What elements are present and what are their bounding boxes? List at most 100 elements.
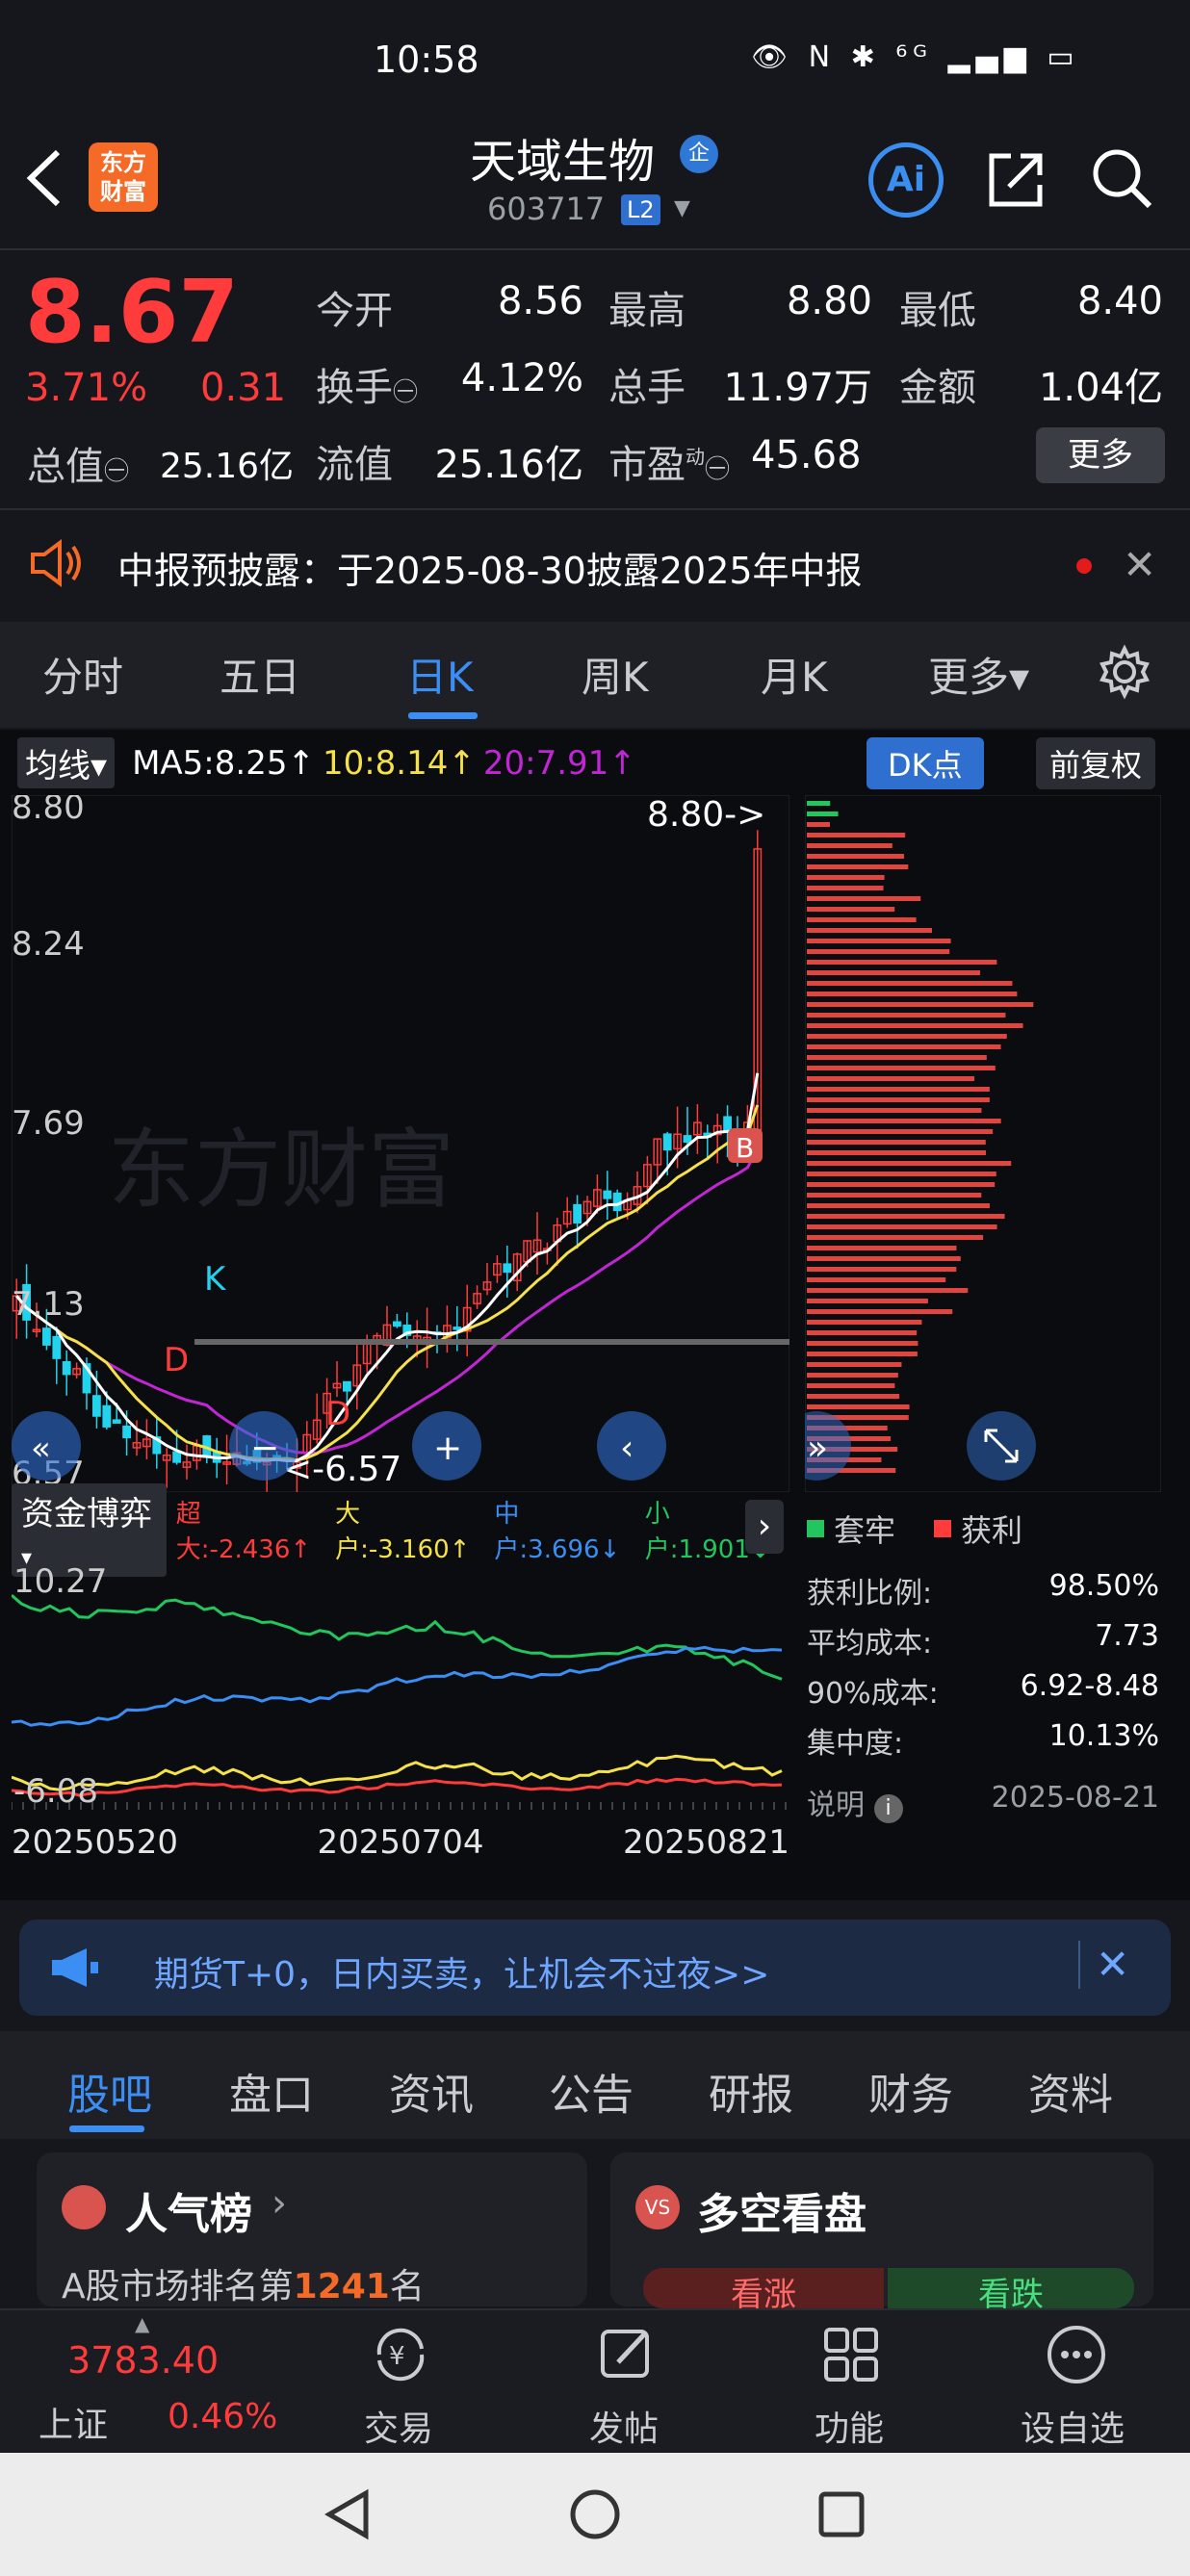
active-tab-indicator — [408, 712, 478, 719]
profit-label: 获利 — [961, 1512, 1023, 1549]
bullish-button[interactable]: 看涨 — [643, 2268, 884, 2314]
notice-text[interactable]: 中报预披露：于2025-08-30披露2025年中报 — [117, 541, 863, 594]
chip-bar — [807, 875, 885, 880]
level2-badge[interactable]: L2 — [621, 194, 660, 225]
volume-value: 11.97万 — [723, 366, 872, 410]
tab-weekly-k[interactable]: 周K — [582, 645, 649, 704]
home-nav-icon[interactable] — [568, 2487, 622, 2541]
more-button[interactable]: 更多 — [1036, 427, 1165, 483]
info-icon[interactable]: ㊀ — [104, 457, 129, 486]
back-icon[interactable] — [21, 144, 69, 212]
chip-bar — [807, 1097, 990, 1102]
prev-button[interactable]: ‹ — [597, 1411, 666, 1481]
grid-icon[interactable] — [816, 2320, 886, 2389]
back-nav-icon[interactable] — [322, 2487, 374, 2541]
explain-label[interactable]: 说明 — [807, 1789, 865, 1822]
fund-flow-chart: 10.27 -6.08 — [12, 1562, 787, 1810]
post-label[interactable]: 发帖 — [589, 2401, 659, 2451]
tab-more[interactable]: 更多▾ — [928, 645, 1029, 704]
stock-code: 603717 — [487, 191, 606, 227]
info-icon[interactable]: ㊀ — [705, 455, 730, 484]
adjust-button[interactable]: 前复权 — [1036, 737, 1156, 789]
zoom-out-button[interactable]: « — [12, 1411, 81, 1481]
tab-finance[interactable]: 财务 — [868, 2060, 953, 2122]
candle — [92, 1395, 101, 1417]
cost-row: 90%成本: 6.92-8.48 — [807, 1669, 1159, 1711]
fullscreen-icon[interactable] — [967, 1411, 1036, 1481]
function-label[interactable]: 功能 — [815, 2401, 884, 2451]
plus-button[interactable]: + — [412, 1411, 481, 1481]
open-value: 8.56 — [497, 279, 583, 323]
tab-daily-k[interactable]: 日K — [406, 645, 474, 704]
ma-selector[interactable]: 均线▾ — [17, 737, 116, 788]
chevron-right-icon[interactable]: › — [745, 1500, 784, 1554]
b-marker: B — [736, 1132, 754, 1164]
candle — [503, 1263, 512, 1274]
candle — [52, 1335, 62, 1359]
chip-bar — [807, 907, 895, 912]
trade-label[interactable]: 交易 — [364, 2401, 433, 2451]
low-value: 8.40 — [1076, 279, 1163, 323]
kline-chart[interactable]: 东方财富 8.80 8.24 7.69 7.13 6.57 8.80-> <-6… — [12, 795, 789, 1492]
vs-icon: VS — [635, 2185, 680, 2229]
close-icon[interactable]: ✕ — [1096, 1941, 1129, 1988]
candle — [122, 1425, 131, 1439]
chevron-down-icon[interactable]: ▼ — [674, 196, 690, 220]
minus-button[interactable]: − — [229, 1411, 298, 1481]
chip-bar — [807, 1044, 1001, 1049]
chip-bar — [807, 1129, 994, 1134]
change-amount: 0.31 — [200, 366, 287, 410]
triangle-up-icon: ▲ — [135, 2312, 150, 2335]
chevron-right-icon[interactable]: › — [272, 2181, 287, 2226]
bearish-button[interactable]: 看跌 — [888, 2268, 1134, 2314]
chip-bar — [807, 1288, 969, 1293]
close-icon[interactable]: ✕ — [1123, 541, 1156, 588]
index-name[interactable]: 上证 — [39, 2397, 108, 2447]
chip-bar — [807, 1140, 986, 1145]
chip-bar — [807, 864, 909, 869]
tab-news[interactable]: 资讯 — [389, 2060, 474, 2122]
tab-orderbook[interactable]: 盘口 — [229, 2060, 314, 2122]
tab-profile[interactable]: 资料 — [1028, 2060, 1113, 2122]
chip-bar — [807, 1341, 918, 1346]
recents-nav-icon[interactable] — [816, 2489, 867, 2539]
ai-button[interactable]: Ai — [868, 142, 944, 218]
trade-icon[interactable]: ¥ — [366, 2320, 435, 2389]
float-label: 流值 — [316, 443, 393, 487]
candle — [573, 1203, 582, 1224]
fund-small-line — [12, 1593, 783, 1681]
info-icon[interactable]: i — [873, 1794, 903, 1823]
active-tab-indicator — [69, 2125, 144, 2132]
watchlist-icon[interactable] — [1042, 2320, 1111, 2389]
cost-row: 平均成本: 7.73 — [807, 1619, 1159, 1661]
tab-forum[interactable]: 股吧 — [67, 2060, 152, 2122]
info-icon[interactable]: ㊀ — [393, 378, 418, 407]
chip-bar — [807, 1076, 975, 1081]
share-icon[interactable] — [982, 144, 1049, 212]
index-pct[interactable]: 0.46% — [168, 2397, 277, 2436]
gear-icon[interactable] — [1096, 643, 1153, 701]
dk-button[interactable]: DK点 — [867, 737, 984, 789]
ma10-value: 10:8.14↑ — [322, 743, 476, 783]
y-label-3: 7.69 — [12, 1104, 85, 1143]
edit-icon[interactable] — [591, 2320, 660, 2389]
index-value[interactable]: 3783.40 — [67, 2339, 219, 2382]
add-watch-label[interactable]: 设自选 — [1021, 2401, 1125, 2451]
fund-super: 超大:-2.436↑ — [175, 1500, 312, 1564]
candle — [723, 1116, 732, 1131]
status-time: 10:58 — [374, 39, 479, 81]
tab-announcements[interactable]: 公告 — [549, 2060, 634, 2122]
tab-intraday[interactable]: 分时 — [42, 645, 123, 704]
amount-label: 金额 — [899, 366, 976, 410]
chip-bar — [807, 992, 1018, 996]
search-icon[interactable] — [1088, 144, 1155, 212]
svg-text:‹: ‹ — [620, 1429, 634, 1468]
chip-bar — [807, 939, 951, 943]
promo-text[interactable]: 期货T+0，日内买卖，让机会不过夜>> — [154, 1946, 769, 1996]
tab-research[interactable]: 研报 — [709, 2060, 793, 2122]
tab-monthly-k[interactable]: 月K — [761, 645, 828, 704]
ma20-value: 20:7.91↑ — [482, 743, 636, 783]
svg-text:¥: ¥ — [389, 2342, 405, 2371]
chip-bar — [807, 917, 917, 922]
tab-five-day[interactable]: 五日 — [220, 645, 300, 704]
